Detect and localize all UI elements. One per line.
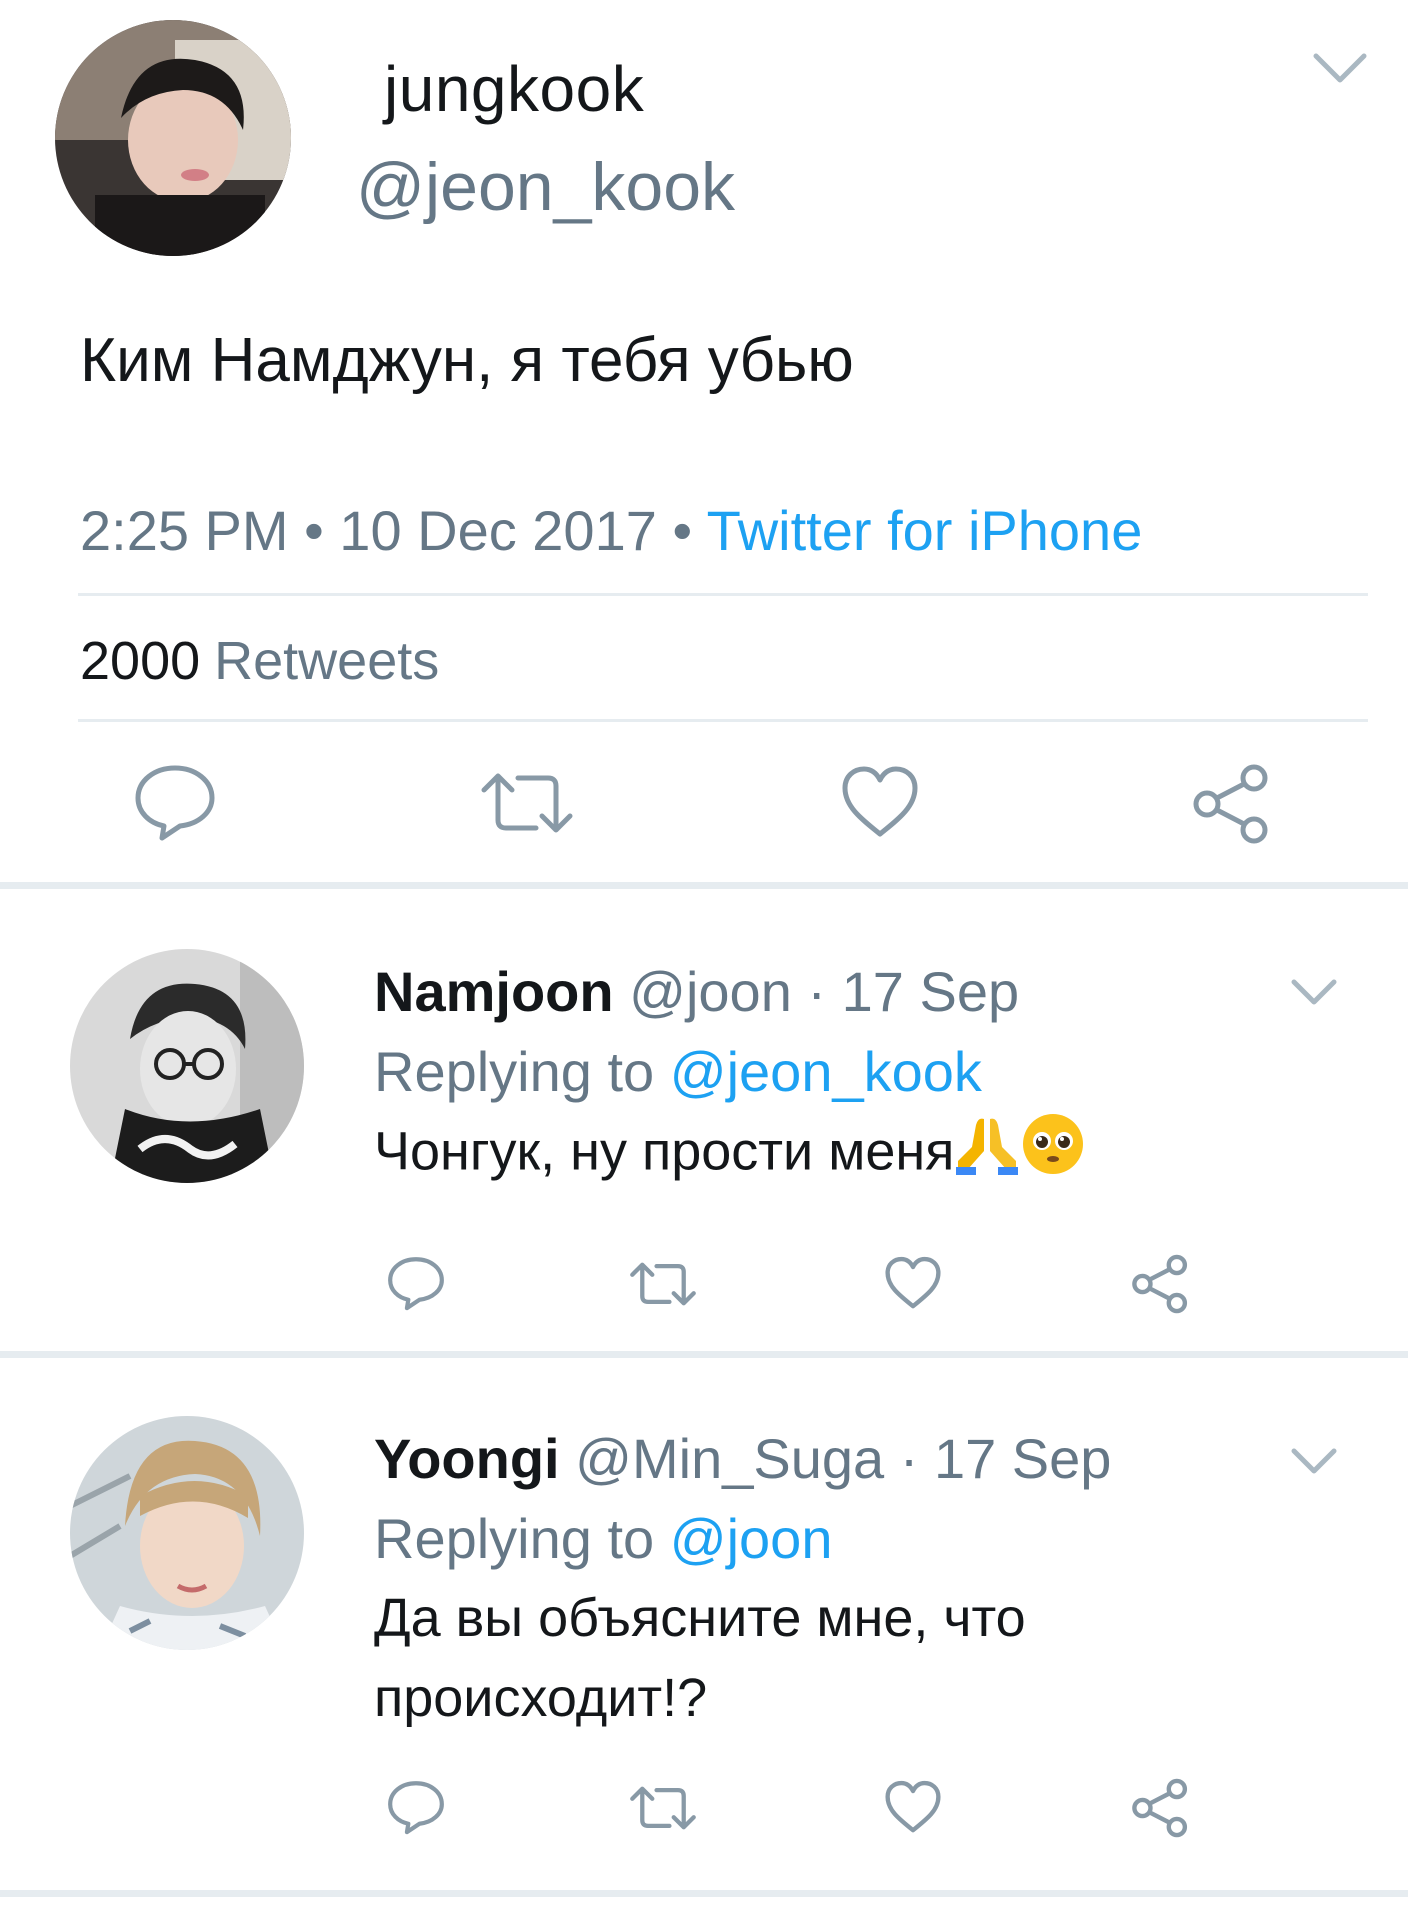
reply-author-handle[interactable]: @Min_Suga (575, 1427, 884, 1490)
meta-dot: • (672, 499, 707, 562)
reply-author-name[interactable]: Namjoon (374, 960, 614, 1023)
replying-to: Replying to @joon (374, 1506, 832, 1571)
reply-header: Yoongi @Min_Suga · 17 Sep (374, 1426, 1111, 1491)
avatar-namjoon[interactable] (70, 949, 304, 1183)
meta-dot: • (304, 499, 340, 562)
like-icon[interactable] (884, 1255, 942, 1311)
reply-header: Namjoon @joon · 17 Sep (374, 959, 1019, 1024)
retweet-icon[interactable] (628, 1783, 698, 1833)
divider (78, 719, 1368, 722)
avatar-jungkook[interactable] (55, 20, 291, 256)
reply-tweet: Namjoon @joon · 17 Sep Replying to @jeon… (0, 889, 1408, 1351)
tweet-source-link[interactable]: Twitter for iPhone (707, 499, 1143, 562)
reply-icon[interactable] (386, 1778, 446, 1836)
reply-icon[interactable] (132, 762, 218, 842)
reply-author-name[interactable]: Yoongi (374, 1427, 560, 1490)
author-handle[interactable]: @jeon_kook (356, 148, 735, 226)
retweet-count: 2000 (80, 631, 201, 691)
tweet-time: 2:25 PM (80, 499, 289, 562)
reply-author-handle[interactable]: @joon (629, 960, 792, 1023)
like-icon[interactable] (884, 1779, 942, 1835)
chevron-down-icon[interactable] (1290, 1446, 1338, 1476)
retweet-stats[interactable]: 2000 Retweets (80, 630, 439, 692)
tweet-meta: 2:25 PM • 10 Dec 2017 • Twitter for iPho… (80, 498, 1142, 563)
chevron-down-icon[interactable] (1290, 977, 1338, 1007)
tweet-text: Ким Намджун, я тебя убью (80, 326, 854, 395)
share-icon[interactable] (1190, 762, 1272, 846)
meta-dot: · (807, 960, 842, 1023)
section-separator (0, 1890, 1408, 1897)
reply-date[interactable]: 17 Sep (842, 960, 1020, 1023)
chevron-down-icon[interactable] (1312, 50, 1368, 86)
section-separator (0, 1351, 1408, 1358)
retweet-label: Retweets (214, 631, 440, 691)
retweet-icon[interactable] (628, 1259, 698, 1309)
retweet-icon[interactable] (478, 768, 576, 838)
replying-label: Replying to (374, 1040, 655, 1103)
folded-hands-emoji (954, 1111, 1020, 1199)
reply-tweet: Yoongi @Min_Suga · 17 Sep Replying to @j… (0, 1358, 1408, 1890)
reply-text: Чонгук, ну прости меня (374, 1111, 1194, 1199)
replying-to-link[interactable]: @joon (670, 1507, 833, 1570)
like-icon[interactable] (840, 764, 920, 840)
reply-text-content: Чонгук, ну прости меня (374, 1121, 955, 1182)
share-icon[interactable] (1130, 1253, 1190, 1315)
replying-to: Replying to @jeon_kook (374, 1039, 982, 1104)
reply-text-line: Да вы объясните мне, что (374, 1588, 1026, 1648)
meta-dot: · (899, 1427, 934, 1490)
pleading-face-emoji (1020, 1111, 1086, 1199)
share-icon[interactable] (1130, 1777, 1190, 1839)
main-tweet: jungkook @jeon_kook Ким Намджун, я тебя … (0, 0, 1408, 883)
section-separator (0, 882, 1408, 889)
divider (78, 593, 1368, 596)
author-name[interactable]: jungkook (384, 52, 644, 126)
reply-text-line: происходит!? (374, 1668, 708, 1728)
tweet-date: 10 Dec 2017 (339, 499, 657, 562)
reply-icon[interactable] (386, 1254, 446, 1312)
reply-date[interactable]: 17 Sep (934, 1427, 1112, 1490)
replying-to-link[interactable]: @jeon_kook (670, 1040, 982, 1103)
avatar-yoongi[interactable] (70, 1416, 304, 1650)
reply-text: Да вы объясните мне, что происходит!? (374, 1578, 1194, 1738)
replying-label: Replying to (374, 1507, 655, 1570)
